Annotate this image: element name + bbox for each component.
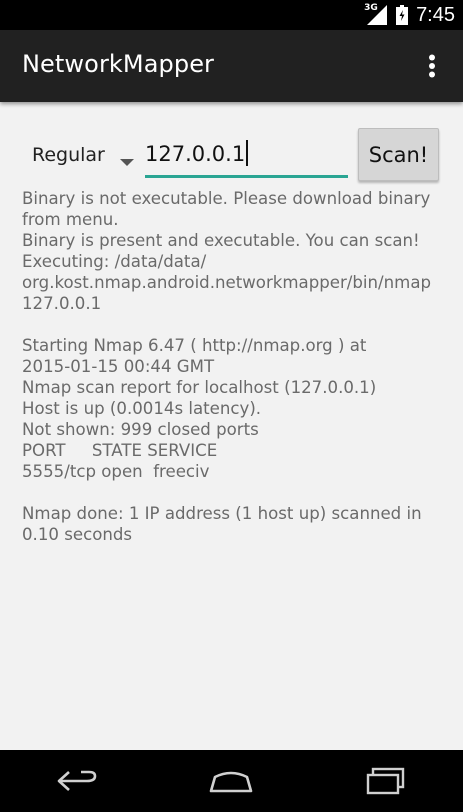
output-line: Starting Nmap 6.47 ( http://nmap.org ) a…	[22, 336, 367, 355]
output-line: 2015-01-15 00:44 GMT	[22, 357, 215, 376]
clock: 7:45	[416, 3, 455, 26]
output-blank-line	[22, 314, 434, 335]
output-line: Executing: /data/data/	[22, 252, 207, 271]
scan-type-value: Regular	[32, 144, 105, 166]
status-bar: 3G 7:45	[0, 0, 463, 30]
target-input-value: 127.0.0.1	[145, 140, 249, 166]
back-icon[interactable]	[37, 756, 117, 806]
output-line: Nmap done: 1 IP address (1 host up) scan…	[22, 504, 422, 523]
output-line: from menu.	[22, 210, 119, 229]
home-icon[interactable]	[191, 756, 271, 806]
main-content: Regular 127.0.0.1 Scan! Binary is not ex…	[0, 102, 463, 750]
navigation-bar	[0, 750, 463, 812]
phone-screen: 3G 7:45 NetworkMapper Regular 127.0.0.1 …	[0, 0, 463, 812]
output-line: 5555/tcp open freeciv	[22, 462, 210, 481]
output-line: 127.0.0.1	[22, 294, 102, 313]
dropdown-arrow-icon	[120, 152, 134, 171]
text-cursor	[246, 140, 249, 166]
app-title: NetworkMapper	[22, 50, 215, 78]
output-blank-line	[22, 482, 434, 503]
output-line: org.kost.nmap.android.networkmapper/bin/…	[22, 273, 432, 292]
output-line: Binary is present and executable. You ca…	[22, 231, 420, 250]
recents-icon[interactable]	[346, 756, 426, 806]
scan-controls: Regular 127.0.0.1 Scan!	[0, 126, 463, 186]
signal-icon: 3G	[364, 3, 388, 26]
target-input[interactable]: 127.0.0.1	[145, 134, 348, 178]
status-icons: 3G 7:45	[364, 0, 455, 30]
action-bar: NetworkMapper	[0, 30, 463, 102]
output-line: Binary is not executable. Please downloa…	[22, 189, 431, 208]
output-line: 0.10 seconds	[22, 525, 133, 544]
more-vert-icon[interactable]	[415, 46, 449, 86]
output-line: Not shown: 999 closed ports	[22, 420, 259, 439]
scan-type-spinner[interactable]: Regular	[22, 140, 140, 174]
output-line: PORT STATE SERVICE	[22, 441, 218, 460]
scan-button[interactable]: Scan!	[358, 128, 439, 181]
output-line: Host is up (0.0014s latency).	[22, 399, 262, 418]
battery-icon	[396, 5, 409, 25]
input-underline	[145, 175, 348, 178]
output-line: Nmap scan report for localhost (127.0.0.…	[22, 378, 377, 397]
scan-output: Binary is not executable. Please downloa…	[22, 188, 434, 545]
